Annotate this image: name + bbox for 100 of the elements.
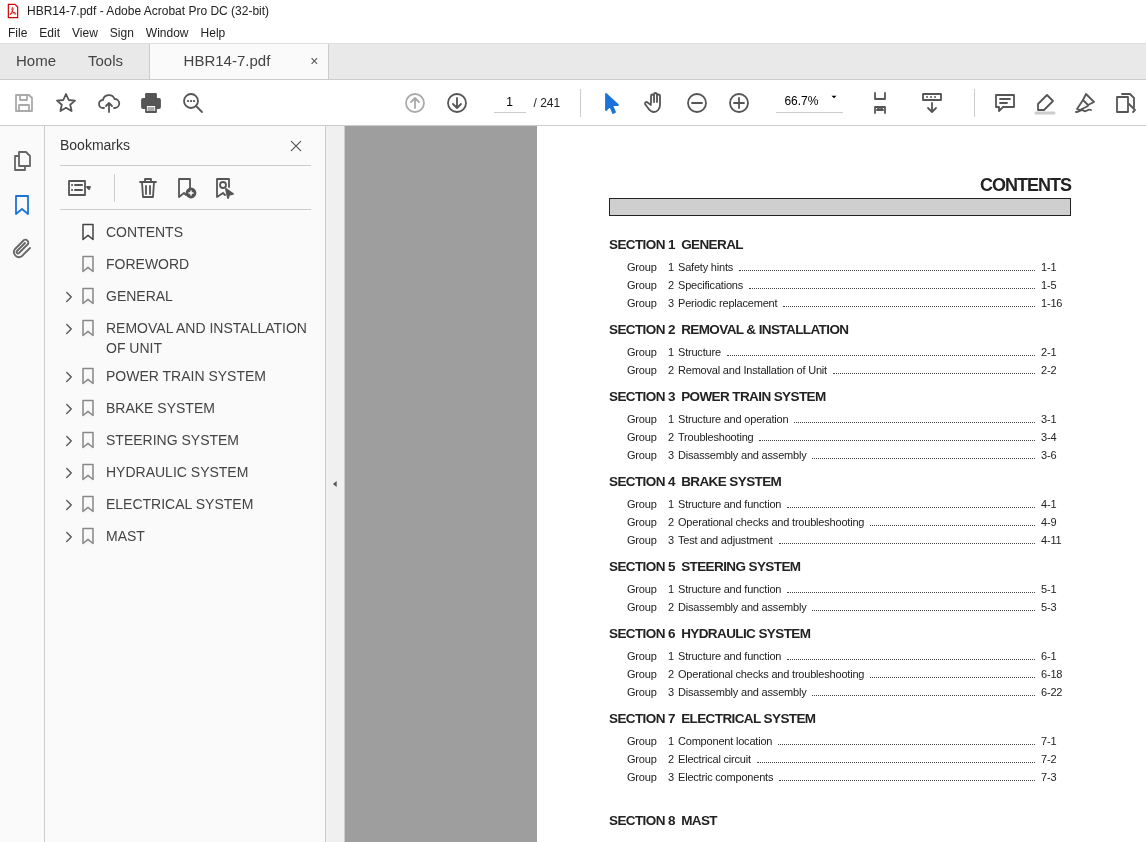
bookmark-item[interactable]: MAST (106, 526, 145, 546)
menu-item[interactable]: View (66, 23, 104, 42)
zoom-out-icon[interactable] (684, 90, 709, 115)
section-heading: SECTION 8 MAST (609, 812, 719, 830)
signature-pen-icon[interactable] (1073, 90, 1098, 115)
page-reference: 4-1 (1041, 497, 1058, 512)
page-reference: 1-16 (1041, 296, 1064, 311)
section-heading: SECTION 1 GENERAL (609, 236, 744, 254)
group-label: Group (627, 582, 658, 597)
group-title: Safety hints (678, 260, 734, 275)
group-number: 1 (668, 497, 675, 512)
group-label: Group (627, 533, 658, 548)
group-label: Group (627, 515, 658, 530)
panel-title: Bookmarks (60, 136, 131, 155)
print-icon[interactable] (139, 90, 164, 115)
group-number: 1 (668, 582, 675, 597)
bookmark-item[interactable]: GENERAL (106, 286, 173, 306)
star-icon[interactable] (54, 90, 79, 115)
group-title: Operational checks and troubleshooting (678, 667, 865, 682)
group-number: 2 (668, 430, 675, 445)
zoom-dropdown[interactable]: 66.7% (776, 92, 844, 113)
group-label: Group (627, 667, 658, 682)
menu-item[interactable]: Help (194, 23, 232, 42)
group-number: 3 (668, 685, 675, 700)
group-label: Group (627, 600, 658, 615)
bookmark-item[interactable]: POWER TRAIN SYSTEM (106, 366, 266, 386)
page-reference: 2-1 (1041, 345, 1058, 360)
tab[interactable]: HBR14-7.pdf × (149, 44, 330, 79)
page-reference: 4-11 (1041, 533, 1063, 548)
group-number: 1 (668, 734, 675, 749)
zoom-in-icon[interactable] (727, 90, 752, 115)
group-label: Group (627, 649, 658, 664)
page-down-icon[interactable] (445, 90, 470, 115)
bookmark-item[interactable]: FOREWORD (106, 254, 190, 274)
page-number-field[interactable]: 1 (493, 92, 526, 113)
group-title: Structure (678, 345, 721, 360)
group-number: 1 (668, 649, 675, 664)
group-number: 1 (668, 260, 675, 275)
section-heading: SECTION 5 STEERING SYSTEM (609, 558, 802, 576)
bookmark-item[interactable]: HYDRAULIC SYSTEM (106, 462, 249, 482)
menu-item[interactable]: Sign (103, 23, 140, 42)
menu-item[interactable]: Window (139, 23, 195, 42)
menu-item[interactable]: File (2, 23, 34, 42)
trash-icon[interactable] (136, 175, 160, 200)
group-title: Removal and Installation of Unit (678, 363, 827, 378)
group-number: 2 (668, 752, 675, 767)
group-label: Group (627, 770, 658, 785)
group-title: Structure and operation (678, 412, 789, 427)
group-label: Group (627, 734, 658, 749)
group-title: Specifications (678, 278, 744, 293)
page-reference: 1-5 (1041, 278, 1058, 293)
bookmark-item[interactable]: ELECTRICAL SYSTEM (106, 494, 254, 514)
group-title: Troubleshooting (678, 430, 754, 445)
group-number: 2 (668, 667, 675, 682)
search-icon[interactable] (181, 90, 206, 115)
document-title: CONTENTS (979, 174, 1071, 196)
pdf-file-icon (5, 3, 21, 19)
group-label: Group (627, 497, 658, 512)
group-label: Group (627, 752, 658, 767)
group-title: Structure and function (678, 582, 782, 597)
menu-item[interactable]: Edit (33, 23, 67, 42)
group-label: Group (627, 430, 658, 445)
bookmark-item[interactable]: REMOVAL AND INSTALLATION OF UNIT (106, 318, 311, 358)
page-reference: 3-1 (1041, 412, 1058, 427)
group-number: 1 (668, 412, 675, 427)
page-total: / 241 (533, 94, 561, 112)
group-title: Component location (678, 734, 773, 749)
group-label: Group (627, 260, 658, 275)
group-title: Structure and function (678, 649, 782, 664)
group-number: 3 (668, 533, 675, 548)
page-reference: 7-1 (1041, 734, 1058, 749)
page-reference: 6-18 (1041, 667, 1064, 682)
group-number: 1 (668, 345, 675, 360)
group-title: Test and adjustment (678, 533, 773, 548)
page-reference: 4-9 (1041, 515, 1058, 530)
group-title: Structure and function (678, 497, 782, 512)
paperclip-icon[interactable] (10, 237, 34, 261)
group-title: Operational checks and troubleshooting (678, 515, 865, 530)
page-reference: 6-1 (1041, 649, 1058, 664)
bookmark-item[interactable]: CONTENTS (106, 222, 183, 242)
bookmark-item[interactable]: STEERING SYSTEM (106, 430, 240, 450)
page-reference: 1-1 (1041, 260, 1058, 275)
tab[interactable]: Home (0, 44, 72, 79)
group-title: Periodic replacement (678, 296, 778, 311)
page-reference: 2-2 (1041, 363, 1058, 378)
section-heading: SECTION 7 ELECTRICAL SYSTEM (609, 710, 817, 728)
bookmark-item[interactable]: BRAKE SYSTEM (106, 398, 215, 418)
group-number: 2 (668, 515, 675, 530)
scroll-mode-icon[interactable] (919, 90, 944, 115)
tab[interactable]: Tools (72, 44, 140, 79)
page-reference: 7-3 (1041, 770, 1058, 785)
group-title: Disassembly and assembly (678, 600, 807, 615)
page-reference: 5-1 (1041, 582, 1058, 597)
export-icon[interactable] (1113, 90, 1138, 115)
tab-close-button[interactable]: × (310, 51, 319, 72)
group-label: Group (627, 278, 658, 293)
page-reference: 5-3 (1041, 600, 1058, 615)
group-number: 3 (668, 296, 675, 311)
group-number: 3 (668, 448, 675, 463)
section-heading: SECTION 6 HYDRAULIC SYSTEM (609, 625, 812, 643)
